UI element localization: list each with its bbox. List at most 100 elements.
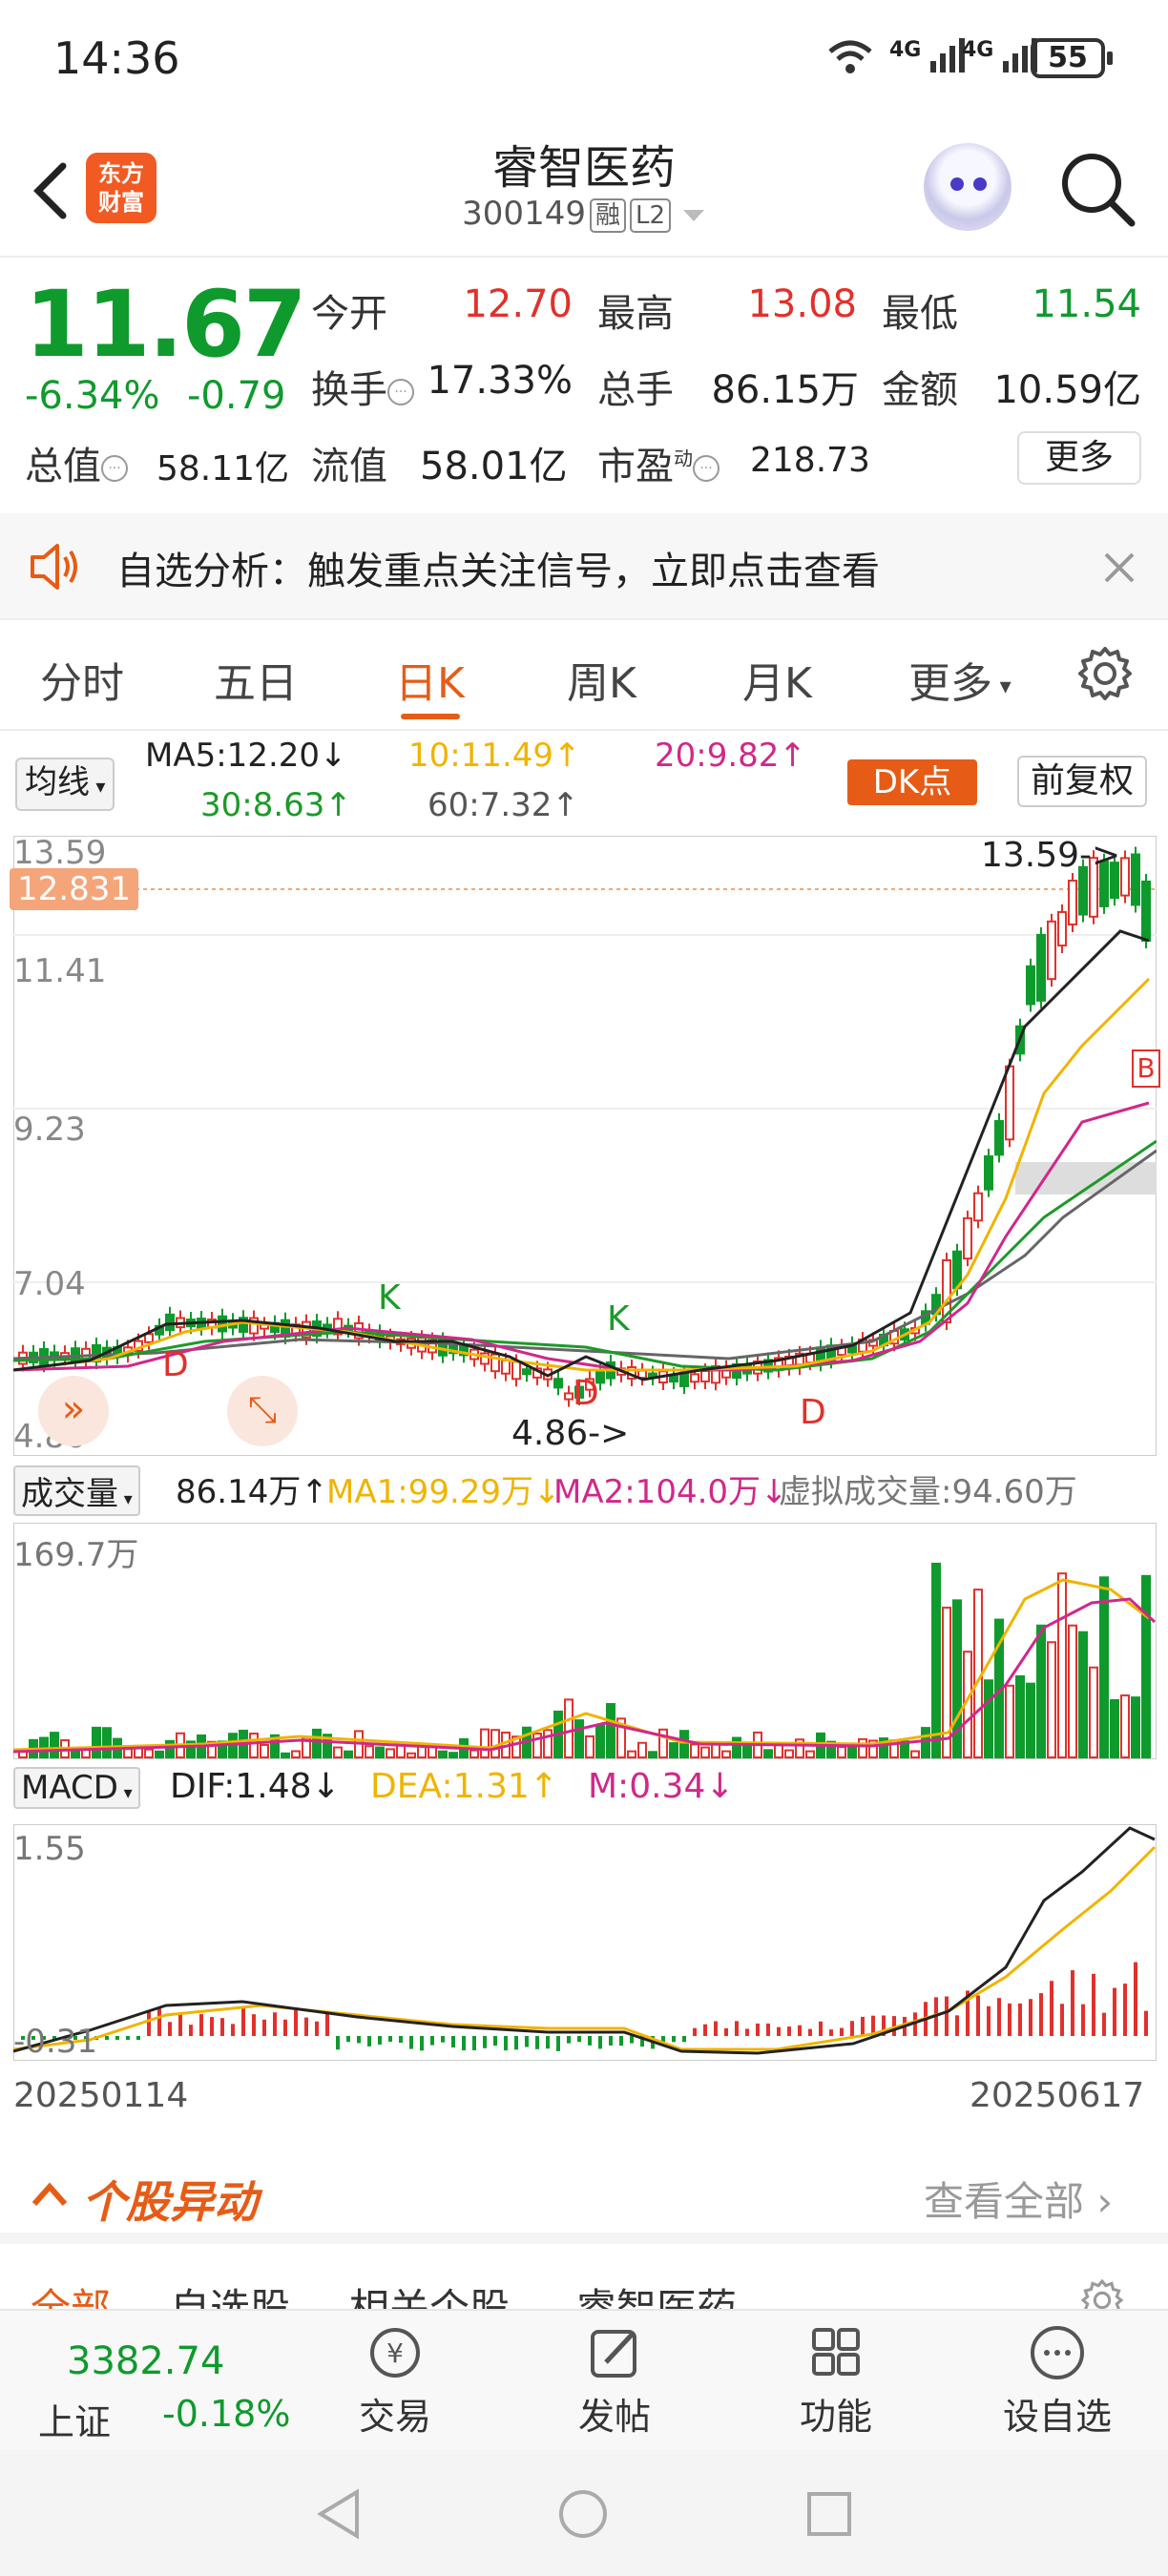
trade-button[interactable]: ¥ 交易 <box>328 2324 462 2440</box>
settings-gear-icon[interactable] <box>1076 645 1134 702</box>
macd-bar <box>115 2036 119 2040</box>
dk-point-button[interactable]: DK点 <box>847 759 977 805</box>
adjust-button[interactable]: 前复权 <box>1017 756 1148 807</box>
macd-bar <box>1018 2003 1022 2036</box>
l2-tag: L2 <box>629 197 672 233</box>
stock-header: 东方 财富 睿智医药 300149 融 L2 <box>0 124 1168 258</box>
volume-bar <box>543 1729 553 1758</box>
index-change: -0.18% <box>162 2393 291 2435</box>
high-label: 最高 <box>597 292 674 336</box>
volume-bar <box>155 1750 164 1758</box>
nav-back-icon[interactable] <box>315 2488 363 2540</box>
volume-bar <box>784 1749 794 1759</box>
volume-bar <box>1120 1694 1130 1759</box>
volume-value: 86.14万↑ <box>176 1473 328 1511</box>
macd-dif: DIF:1.48↓ <box>170 1767 341 1806</box>
volume-bar <box>1057 1572 1067 1758</box>
candle <box>553 1378 563 1389</box>
news-filter-tabs: 全部 自选股 相关个股 睿智医药 <box>0 2233 1168 2332</box>
volume-bar <box>774 1743 783 1758</box>
macd-chart[interactable] <box>13 1824 1157 2061</box>
signal-marker-d3: D <box>800 1393 826 1432</box>
quote-panel: 11.67 -6.34% -0.79 今开 12.70 最高 13.08 最低 … <box>0 260 1168 509</box>
macd-bar <box>829 2029 833 2036</box>
index-value: 3382.74 <box>67 2339 225 2383</box>
volume-bar <box>1047 1641 1056 1758</box>
turnover-value: 17.33% <box>427 359 573 403</box>
tab-five-day[interactable]: 五日 <box>214 649 298 710</box>
search-icon[interactable] <box>1057 149 1137 229</box>
macd-bar <box>472 2036 476 2050</box>
macd-bar <box>724 2027 728 2036</box>
price-axis-label-3: 9.23 <box>13 1111 86 1149</box>
candle <box>1068 880 1077 925</box>
macd-bar <box>1134 1962 1137 2036</box>
candle <box>679 1371 689 1387</box>
macd-bar <box>577 2036 581 2043</box>
mktcap-value: 58.11亿 <box>156 449 290 488</box>
macd-bar <box>241 2007 245 2036</box>
bottom-toolbar: 3382.74 上证 -0.18% ¥ 交易 发帖 功能 设自选 <box>0 2309 1168 2450</box>
turnover-label[interactable]: 换手 ··· <box>311 359 414 414</box>
candle <box>165 1313 175 1332</box>
volume-bar <box>375 1746 385 1759</box>
macd-bar <box>420 2036 424 2051</box>
macd-bar <box>546 2036 550 2049</box>
nav-home-icon[interactable] <box>557 2488 609 2540</box>
volume-bar <box>627 1750 636 1759</box>
candle <box>511 1361 521 1381</box>
close-icon[interactable] <box>1103 551 1136 584</box>
volume-bar <box>984 1679 993 1758</box>
candle <box>564 1392 574 1401</box>
fullscreen-icon[interactable]: ⤡ <box>227 1376 298 1446</box>
volume-bar <box>1005 1684 1014 1758</box>
macd-bar <box>493 2036 497 2046</box>
assistant-robot-icon[interactable] <box>924 143 1012 231</box>
volume-chart[interactable] <box>13 1523 1157 1759</box>
macd-bar <box>745 2028 749 2036</box>
volume-bar <box>344 1750 353 1759</box>
candle <box>1036 933 1046 1002</box>
tab-monthly-k[interactable]: 月K <box>742 649 812 710</box>
candle <box>1047 920 1056 981</box>
post-button[interactable]: 发帖 <box>548 2324 681 2440</box>
edit-icon <box>591 2330 636 2378</box>
info-icon: ··· <box>693 455 720 482</box>
macd-bar <box>1081 2004 1085 2036</box>
expand-left-icon[interactable]: » <box>38 1376 109 1446</box>
indicator-selector-macd[interactable]: MACD ▾ <box>13 1767 140 1809</box>
volume-bar <box>1015 1674 1025 1758</box>
volume-bar <box>805 1750 815 1759</box>
chevron-up-icon[interactable] <box>31 2179 69 2208</box>
notice-banner[interactable]: 自选分析：触发重点关注信号，立即点击查看 <box>0 513 1168 620</box>
indicator-selector-volume[interactable]: 成交量 ▾ <box>13 1465 140 1516</box>
volume-bar <box>732 1736 741 1759</box>
tab-more[interactable]: 更多 ▾ <box>908 649 1012 710</box>
more-quote-button[interactable]: 更多 <box>1017 431 1141 485</box>
macd-bar <box>693 2027 697 2036</box>
functions-button[interactable]: 功能 <box>769 2324 903 2440</box>
mktcap-label[interactable]: 总值 ··· <box>25 435 128 490</box>
tab-daily-k[interactable]: 日K <box>395 649 465 710</box>
indicator-selector-ma[interactable]: 均线 ▾ <box>15 758 115 811</box>
view-all-link[interactable]: 查看全部 › <box>924 2170 1113 2228</box>
pe-label[interactable]: 市盈动 ··· <box>597 435 720 490</box>
more-circle-icon <box>1031 2326 1084 2379</box>
volume-bar <box>637 1741 647 1758</box>
tab-minute[interactable]: 分时 <box>40 649 124 710</box>
macd-bar <box>787 2026 791 2036</box>
macd-dea: DEA:1.31↑ <box>370 1767 558 1806</box>
add-watchlist-button[interactable]: 设自选 <box>991 2324 1124 2440</box>
macd-bar <box>294 2007 298 2036</box>
signal-marker-k2: K <box>607 1299 630 1339</box>
nav-recent-icon[interactable] <box>805 2490 853 2538</box>
macd-bar <box>346 2036 350 2043</box>
macd-bar <box>609 2036 613 2046</box>
macd-bar <box>231 2024 235 2036</box>
tab-weekly-k[interactable]: 周K <box>567 649 636 710</box>
volume-bar <box>585 1735 594 1759</box>
index-name: 上证 <box>38 2401 112 2443</box>
candle <box>1026 965 1035 1006</box>
candle <box>1005 1065 1014 1141</box>
volume-bar <box>469 1749 479 1758</box>
